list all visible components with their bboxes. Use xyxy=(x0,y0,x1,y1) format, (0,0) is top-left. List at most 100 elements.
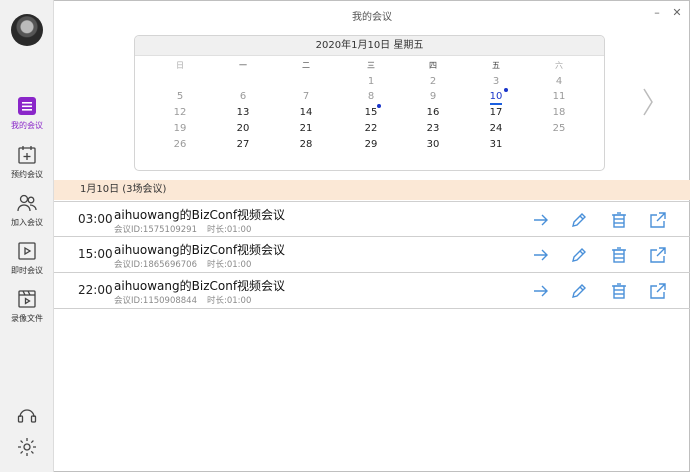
calendar-day[interactable]: 8 xyxy=(340,90,402,108)
sidebar-item-label: 即时会议 xyxy=(11,266,43,275)
sidebar: 我的会议 预约会议 加入会议 即时会议 录像文件 xyxy=(0,0,54,472)
share-meeting-button[interactable] xyxy=(649,282,667,300)
calendar-day[interactable]: 29 xyxy=(340,138,402,152)
calendar-day[interactable]: 16 xyxy=(402,106,464,120)
meeting-row[interactable]: 22:00 aihuowang的BizConf视频会议 会议ID:115090884… xyxy=(54,273,690,309)
calendar-day[interactable]: 30 xyxy=(402,138,464,152)
weekday-label: 日 xyxy=(176,61,184,70)
sidebar-item-label: 录像文件 xyxy=(11,314,43,323)
calendar: 2020年1月10日 星期五 日一二三四五六 1 2 3 4 5 6 7 8 9 10 11 12 13 1… xyxy=(134,35,605,171)
sidebar-item-instant[interactable]: 即时会议 xyxy=(0,240,54,286)
calendar-day-number: 2 xyxy=(429,76,437,87)
calendar-day-number: 30 xyxy=(426,139,440,150)
calendar-day[interactable]: 13 xyxy=(212,106,274,120)
enter-meeting-button[interactable] xyxy=(532,282,550,300)
calendar-day[interactable]: 28 xyxy=(275,138,337,152)
calendar-day[interactable]: 11 xyxy=(528,90,590,104)
sidebar-item-label: 预约会议 xyxy=(11,170,43,179)
enter-meeting-button[interactable] xyxy=(532,246,550,264)
meeting-marker-dot xyxy=(504,88,508,92)
calendar-day-number: 5 xyxy=(176,91,184,102)
calendar-day[interactable]: 1 xyxy=(340,75,402,89)
meeting-row[interactable]: 03:00 aihuowang的BizConf视频会议 会议ID:157510929… xyxy=(54,201,690,237)
delete-meeting-button[interactable] xyxy=(610,211,628,229)
calendar-day-number: 6 xyxy=(239,91,247,102)
calendar-day[interactable]: 9 xyxy=(402,90,464,104)
instant-video-icon xyxy=(18,242,36,260)
calendar-day-number: 21 xyxy=(299,123,313,134)
edit-meeting-button[interactable] xyxy=(570,282,588,300)
calendar-day-number: 20 xyxy=(236,123,250,134)
share-meeting-button[interactable] xyxy=(649,211,667,229)
weekday-label: 二 xyxy=(302,61,310,70)
calendar-day[interactable]: 20 xyxy=(212,122,274,136)
calendar-day[interactable]: 5 xyxy=(149,90,211,104)
calendar-day[interactable]: 2 xyxy=(402,75,464,89)
share-meeting-button[interactable] xyxy=(649,246,667,264)
sidebar-item-join[interactable]: 加入会议 xyxy=(0,192,54,238)
weekday-label: 三 xyxy=(367,61,375,70)
meeting-row[interactable]: 15:00 aihuowang的BizConf视频会议 会议ID:186569670… xyxy=(54,237,690,273)
delete-meeting-button[interactable] xyxy=(610,282,628,300)
calendar-day-number: 12 xyxy=(173,107,187,118)
weekday-label: 四 xyxy=(429,61,437,70)
calendar-day[interactable]: 24 xyxy=(465,122,527,136)
calendar-day-number: 18 xyxy=(552,107,566,118)
calendar-day[interactable]: 10 xyxy=(465,88,527,105)
schedule-icon xyxy=(18,146,36,164)
headset-icon[interactable] xyxy=(16,404,38,426)
calendar-day[interactable]: 26 xyxy=(149,138,211,152)
calendar-day-number: 11 xyxy=(552,91,566,102)
edit-meeting-button[interactable] xyxy=(570,211,588,229)
meeting-id: 会议ID:1150908844 xyxy=(114,296,197,306)
calendar-day[interactable]: 31 xyxy=(465,138,527,152)
minimize-button[interactable]: – xyxy=(650,6,664,20)
calendar-day-number: 23 xyxy=(426,123,440,134)
join-users-icon xyxy=(17,194,37,212)
calendar-day[interactable]: 18 xyxy=(528,106,590,120)
calendar-day-number: 26 xyxy=(173,139,187,150)
calendar-day-number: 22 xyxy=(364,123,378,134)
calendar-day[interactable]: 15 xyxy=(340,106,402,120)
sidebar-item-schedule[interactable]: 预约会议 xyxy=(0,144,54,190)
sidebar-item-my-meetings[interactable]: 我的会议 xyxy=(0,95,54,141)
window-title: 我的会议 xyxy=(352,12,392,23)
calendar-day[interactable]: 14 xyxy=(275,106,337,120)
close-button[interactable]: ✕ xyxy=(670,6,684,20)
calendar-day[interactable]: 19 xyxy=(149,122,211,136)
calendar-day[interactable]: 3 xyxy=(465,75,527,89)
meeting-time: 03:00 xyxy=(78,212,113,226)
meeting-meta: 会议ID:1575109291 时长:01:00 xyxy=(114,223,251,235)
calendar-day[interactable]: 17 xyxy=(465,106,527,120)
calendar-day-number: 4 xyxy=(555,76,563,87)
calendar-day[interactable]: 12 xyxy=(149,106,211,120)
next-month-arrow-icon[interactable] xyxy=(640,86,656,118)
calendar-day[interactable]: 23 xyxy=(402,122,464,136)
calendar-day[interactable]: 6 xyxy=(212,90,274,104)
calendar-day-number: 29 xyxy=(364,139,378,150)
calendar-day[interactable]: 25 xyxy=(528,122,590,136)
sidebar-item-recordings[interactable]: 录像文件 xyxy=(0,288,54,334)
settings-gear-icon[interactable] xyxy=(16,436,38,458)
calendar-day-number: 28 xyxy=(299,139,313,150)
calendar-day[interactable]: 22 xyxy=(340,122,402,136)
weekday-label: 一 xyxy=(239,61,247,70)
calendar-day-number: 24 xyxy=(489,123,503,134)
recording-icon xyxy=(18,290,36,308)
meeting-time: 22:00 xyxy=(78,283,113,297)
weekday-label: 五 xyxy=(492,61,500,70)
calendar-day[interactable]: 4 xyxy=(528,75,590,89)
calendar-day-number: 9 xyxy=(429,91,437,102)
meeting-title: aihuowang的BizConf视频会议 xyxy=(114,279,286,293)
calendar-day-number: 1 xyxy=(367,76,375,87)
calendar-day[interactable]: 7 xyxy=(275,90,337,104)
calendar-day-number: 31 xyxy=(489,139,503,150)
calendar-day[interactable]: 21 xyxy=(275,122,337,136)
calendar-day[interactable]: 27 xyxy=(212,138,274,152)
title-bar: 我的会议 – ✕ xyxy=(54,0,690,28)
meeting-meta: 会议ID:1150908844 时长:01:00 xyxy=(114,294,251,306)
delete-meeting-button[interactable] xyxy=(610,246,628,264)
enter-meeting-button[interactable] xyxy=(532,211,550,229)
edit-meeting-button[interactable] xyxy=(570,246,588,264)
avatar[interactable] xyxy=(11,14,43,46)
